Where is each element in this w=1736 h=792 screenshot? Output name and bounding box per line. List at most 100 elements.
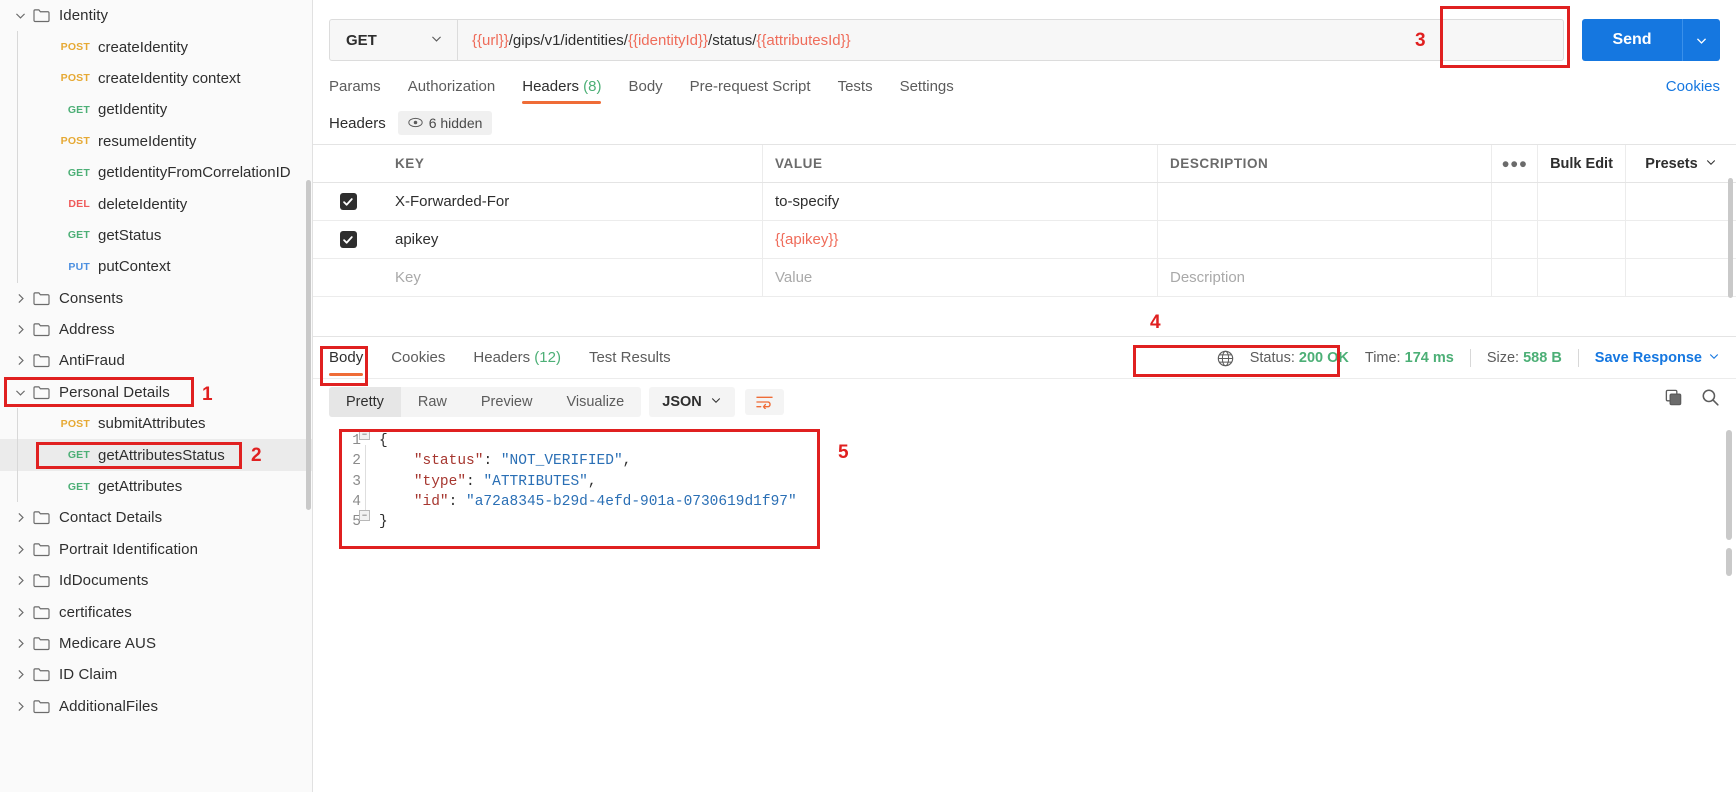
response-body-code[interactable]: 1{2 "status": "NOT_VERIFIED", 3 "type": "… bbox=[313, 425, 1736, 532]
sidebar-request-getidentityfromcorrelationid[interactable]: GET getIdentityFromCorrelationID bbox=[0, 156, 312, 189]
folder-icon bbox=[32, 509, 50, 527]
header-description-input[interactable] bbox=[1158, 221, 1492, 258]
header-key-input-empty[interactable]: Key bbox=[383, 259, 763, 296]
sidebar-request-createidentity-context[interactable]: POST createIdentity context bbox=[0, 62, 312, 95]
response-tab-headers[interactable]: Headers (12) bbox=[473, 340, 561, 375]
sidebar-request-putcontext[interactable]: PUT putContext bbox=[0, 251, 312, 283]
chevron-right-icon[interactable] bbox=[12, 573, 28, 589]
response-format-select[interactable]: JSON bbox=[649, 387, 735, 417]
header-value-input[interactable]: to-specify bbox=[763, 183, 1158, 220]
chevron-right-icon[interactable] bbox=[12, 510, 28, 526]
http-method-select[interactable]: GET bbox=[330, 20, 458, 60]
sidebar-request-getidentity[interactable]: GET getIdentity bbox=[0, 94, 312, 126]
response-view-mode-group: Pretty Raw Preview Visualize bbox=[329, 387, 642, 417]
url-segment: /status/ bbox=[708, 31, 757, 49]
header-key-input[interactable]: X-Forwarded-For bbox=[383, 183, 763, 220]
header-value-input[interactable]: {{apikey}} bbox=[763, 221, 1158, 258]
response-status-meta: Status: 200 OK Time: 174 ms Size: 588 B … bbox=[1217, 337, 1720, 379]
hidden-headers-pill[interactable]: 6 hidden bbox=[397, 111, 493, 135]
sidebar-request-getattributesstatus[interactable]: GET getAttributesStatus bbox=[0, 439, 312, 471]
copy-icon[interactable] bbox=[1664, 388, 1683, 407]
header-enabled-checkbox[interactable] bbox=[313, 183, 383, 220]
sidebar-folder-additionalfiles[interactable]: AdditionalFiles bbox=[0, 691, 312, 722]
globe-icon[interactable] bbox=[1217, 350, 1234, 367]
code-fold-toggle-close-icon[interactable]: − bbox=[359, 510, 370, 521]
header-key-input[interactable]: apikey bbox=[383, 221, 763, 258]
header-enabled-checkbox-empty[interactable] bbox=[313, 259, 383, 296]
chevron-right-icon[interactable] bbox=[12, 604, 28, 620]
sidebar-request-getattributes[interactable]: GET getAttributes bbox=[0, 470, 312, 503]
code-token: : bbox=[466, 473, 484, 490]
sidebar-folder-antifraud[interactable]: AntiFraud bbox=[0, 345, 312, 376]
sidebar-folder-contact-details[interactable]: Contact Details bbox=[0, 502, 312, 533]
sidebar-folder-certificates[interactable]: certificates bbox=[0, 596, 312, 627]
header-description-input[interactable] bbox=[1158, 183, 1492, 220]
header-value-input-empty[interactable]: Value bbox=[763, 259, 1158, 296]
checkbox-checked-icon[interactable] bbox=[339, 231, 357, 248]
response-view-preview[interactable]: Preview bbox=[464, 387, 550, 417]
header-description-input-empty[interactable]: Description bbox=[1158, 259, 1492, 296]
folder-icon bbox=[32, 635, 50, 653]
chevron-down-icon[interactable] bbox=[12, 8, 28, 24]
sidebar-folder-label: Portrait Identification bbox=[59, 540, 199, 558]
wrap-lines-icon[interactable] bbox=[744, 389, 784, 415]
sidebar-folder-medicare-aus[interactable]: Medicare AUS bbox=[0, 628, 312, 659]
sidebar-folder-id-claim[interactable]: ID Claim bbox=[0, 659, 312, 690]
header-enabled-checkbox[interactable] bbox=[313, 221, 383, 258]
code-token: "status" bbox=[413, 453, 484, 470]
sidebar-scrollbar[interactable] bbox=[306, 180, 311, 510]
response-tab-cookies[interactable]: Cookies bbox=[391, 340, 445, 375]
headers-more-options-icon[interactable]: ●●● bbox=[1492, 145, 1538, 182]
chevron-right-icon[interactable] bbox=[12, 636, 28, 652]
request-tab-params[interactable]: Params bbox=[329, 78, 381, 104]
sidebar-folder-address[interactable]: Address bbox=[0, 314, 312, 345]
sidebar-request-deleteidentity[interactable]: DEL deleteIdentity bbox=[0, 188, 312, 220]
chevron-down-icon[interactable] bbox=[12, 384, 28, 400]
request-method-label: POST bbox=[60, 135, 90, 148]
bulk-edit-button[interactable]: Bulk Edit bbox=[1538, 145, 1626, 182]
sidebar-folder-personal-details[interactable]: Personal Details bbox=[0, 377, 312, 408]
header-row-spacer bbox=[1492, 221, 1538, 258]
chevron-right-icon[interactable] bbox=[12, 353, 28, 369]
send-options-caret-icon[interactable] bbox=[1682, 19, 1720, 61]
sidebar-request-submitattributes[interactable]: POST submitAttributes bbox=[0, 408, 312, 440]
chevron-right-icon[interactable] bbox=[12, 322, 28, 338]
chevron-right-icon[interactable] bbox=[12, 698, 28, 714]
request-tab-pre-request-script[interactable]: Pre-request Script bbox=[690, 78, 811, 104]
response-view-raw[interactable]: Raw bbox=[401, 387, 464, 417]
sidebar-folder-iddocuments[interactable]: IdDocuments bbox=[0, 565, 312, 596]
code-fold-toggle-open-icon[interactable]: − bbox=[359, 429, 370, 440]
response-tab-test-results[interactable]: Test Results bbox=[589, 340, 671, 375]
request-tab-body[interactable]: Body bbox=[628, 78, 662, 104]
presets-button[interactable]: Presets bbox=[1626, 145, 1736, 182]
tree-guide-line bbox=[17, 470, 18, 503]
code-token: : bbox=[483, 453, 501, 470]
request-tab-headers[interactable]: Headers (8) bbox=[522, 78, 602, 104]
url-text: {{url}}/gips/v1/identities/{{identityId}… bbox=[472, 32, 851, 49]
request-tab-authorization[interactable]: Authorization bbox=[408, 78, 496, 104]
chevron-right-icon[interactable] bbox=[12, 541, 28, 557]
request-pane-scrollbar[interactable] bbox=[1728, 178, 1733, 298]
chevron-right-icon[interactable] bbox=[12, 290, 28, 306]
search-icon[interactable] bbox=[1701, 388, 1720, 407]
response-tab-body[interactable]: Body bbox=[329, 340, 364, 376]
response-view-pretty[interactable]: Pretty bbox=[329, 387, 401, 417]
response-scrollbar-secondary[interactable] bbox=[1726, 548, 1732, 576]
response-view-visualize[interactable]: Visualize bbox=[549, 387, 641, 417]
cookies-link[interactable]: Cookies bbox=[1666, 78, 1720, 95]
response-scrollbar[interactable] bbox=[1726, 430, 1732, 540]
sidebar-folder-consents[interactable]: Consents bbox=[0, 283, 312, 314]
url-input[interactable]: {{url}}/gips/v1/identities/{{identityId}… bbox=[458, 20, 1563, 60]
sidebar-request-createidentity[interactable]: POST createIdentity bbox=[0, 31, 312, 63]
request-tab-tests[interactable]: Tests bbox=[838, 78, 873, 104]
send-button[interactable]: Send bbox=[1582, 19, 1682, 61]
sidebar-folder-identity[interactable]: Identity bbox=[0, 0, 312, 31]
checkbox-checked-icon[interactable] bbox=[339, 193, 357, 210]
save-response-button[interactable]: Save Response bbox=[1595, 350, 1720, 366]
code-line-number: 3 bbox=[352, 473, 361, 490]
sidebar-request-getstatus[interactable]: GET getStatus bbox=[0, 219, 312, 252]
chevron-right-icon[interactable] bbox=[12, 667, 28, 683]
sidebar-folder-portrait-identification[interactable]: Portrait Identification bbox=[0, 534, 312, 565]
sidebar-request-resumeidentity[interactable]: POST resumeIdentity bbox=[0, 125, 312, 157]
request-tab-settings[interactable]: Settings bbox=[900, 78, 954, 104]
